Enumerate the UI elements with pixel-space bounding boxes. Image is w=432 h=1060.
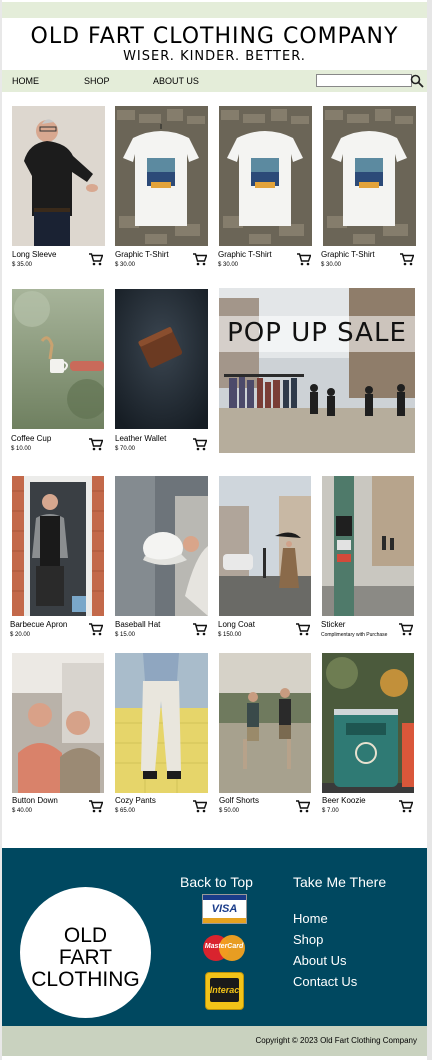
site-tagline: WISER. KINDER. BETTER. [123,49,306,64]
product-image-beer-koozie[interactable] [322,653,414,793]
product-price: $ 30.00 [115,262,136,268]
site-footer: OLD FART CLOTHING Back to Top Take Me Th… [2,848,427,1026]
product-image-coffee-cup[interactable] [12,289,104,429]
product-name[interactable]: Graphic T-Shirt [115,250,169,259]
mastercard-label: MasterCard [204,943,244,950]
product-image-leather-wallet[interactable] [115,289,208,429]
nav-home-link[interactable]: HOME [12,76,39,86]
logo-line: FART [58,946,113,969]
cart-icon[interactable] [297,253,311,266]
footer-link-about-us[interactable]: About Us [293,953,346,968]
product-name[interactable]: Beer Koozie [322,796,366,805]
product-image-baseball-hat[interactable] [115,476,208,616]
product-price: $ 70.00 [115,446,136,452]
cart-icon[interactable] [193,800,207,813]
nav-bar: HOME SHOP ABOUT US [2,70,427,92]
cart-icon[interactable] [193,438,207,451]
search-input[interactable] [316,74,412,87]
cart-icon[interactable] [400,253,414,266]
product-image-golf-shorts[interactable] [219,653,311,793]
mastercard-icon: MasterCard [201,934,247,962]
product-price: $ 150.00 [218,632,242,638]
product-price: $ 30.00 [218,262,239,268]
cart-icon[interactable] [193,623,207,636]
cart-icon[interactable] [89,253,103,266]
footer-link-shop[interactable]: Shop [293,932,323,947]
logo-line: OLD [63,924,108,947]
product-name[interactable]: Baseball Hat [115,620,160,629]
product-image-cozy-pants[interactable] [115,653,208,793]
product-image-graphic-tshirt[interactable] [115,106,208,246]
copyright-text: Copyright © 2023 Old Fart Clothing Compa… [255,1036,417,1045]
product-price: $ 50.00 [219,808,240,814]
product-image-graphic-tshirt[interactable] [323,106,416,246]
visa-label: VISA [211,903,238,915]
cart-icon[interactable] [193,253,207,266]
product-price: $ 30.00 [321,262,342,268]
nav-shop-link[interactable]: SHOP [84,76,110,86]
footer-link-contact-us[interactable]: Contact Us [293,974,357,989]
interac-icon: Interac [205,972,244,1010]
product-image-barbecue-apron[interactable] [12,476,104,616]
site-title: OLD FART CLOTHING COMPANY [30,24,399,49]
product-name[interactable]: Button Down [12,796,58,805]
cart-icon[interactable] [399,800,413,813]
promo-text: POP UP SALE [227,318,407,348]
cart-icon[interactable] [89,623,103,636]
product-image-long-sleeve[interactable] [12,106,105,246]
product-price: Complimentary with Purchase [321,632,388,638]
footer-logo[interactable]: OLD FART CLOTHING [20,887,151,1018]
cart-icon[interactable] [89,800,103,813]
cart-icon[interactable] [399,623,413,636]
scrollbar-track[interactable] [427,0,432,1060]
cart-icon[interactable] [89,438,103,451]
logo-line: CLOTHING [31,968,140,991]
product-name[interactable]: Golf Shorts [219,796,259,805]
top-accent-bar [2,2,427,18]
product-image-sticker[interactable] [322,476,414,616]
product-image-graphic-tshirt[interactable] [219,106,312,246]
product-price: $ 40.00 [12,808,33,814]
product-image-long-coat[interactable] [219,476,311,616]
take-me-there-heading: Take Me There [293,874,387,890]
product-price: $ 10.00 [11,446,32,452]
product-price: $ 35.00 [12,262,33,268]
product-name[interactable]: Barbecue Apron [10,620,67,629]
page: OLD FART CLOTHING COMPANY WISER. KINDER.… [0,0,432,1060]
product-price: $ 7.00 [322,808,339,814]
back-to-top-link[interactable]: Back to Top [180,874,253,890]
product-image-button-down[interactable] [12,653,104,793]
visa-card-icon: VISA [202,894,247,924]
search-icon[interactable] [410,74,424,88]
product-price: $ 15.00 [115,632,136,638]
product-name[interactable]: Long Coat [218,620,255,629]
product-name[interactable]: Sticker [321,620,345,629]
cart-icon[interactable] [296,800,310,813]
product-price: $ 20.00 [10,632,31,638]
copyright-bar: Copyright © 2023 Old Fart Clothing Compa… [2,1026,427,1056]
product-name[interactable]: Graphic T-Shirt [218,250,272,259]
cart-icon[interactable] [296,623,310,636]
promo-banner-pop-up-sale[interactable]: POP UP SALE [219,288,415,453]
product-name[interactable]: Cozy Pants [115,796,156,805]
product-price: $ 65.00 [115,808,136,814]
nav-about-link[interactable]: ABOUT US [153,76,199,86]
interac-label: Interac [209,985,240,995]
product-name[interactable]: Coffee Cup [11,434,51,443]
product-name[interactable]: Long Sleeve [12,250,56,259]
site-header: OLD FART CLOTHING COMPANY WISER. KINDER.… [2,18,427,68]
product-name[interactable]: Graphic T-Shirt [321,250,375,259]
footer-link-home[interactable]: Home [293,911,328,926]
product-name[interactable]: Leather Wallet [115,434,166,443]
